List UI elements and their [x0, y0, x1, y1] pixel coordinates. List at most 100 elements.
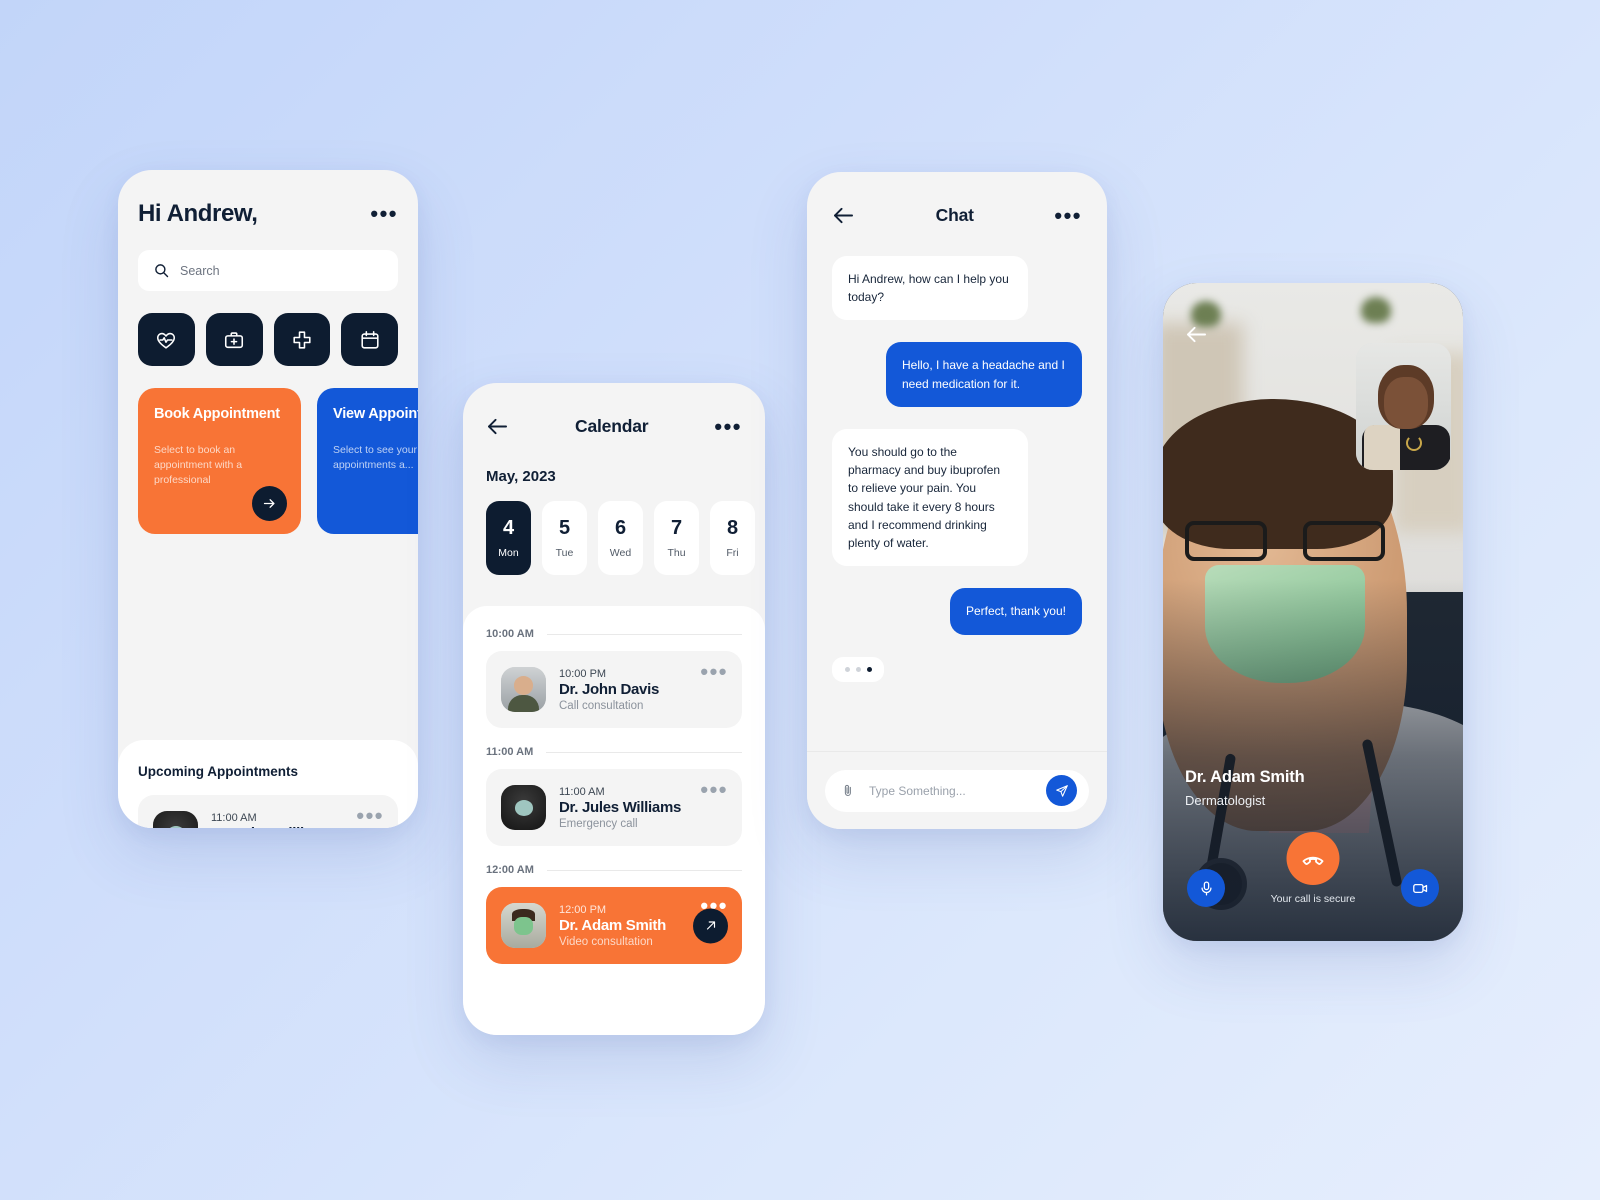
time-slot-label: 10:00 AM [486, 628, 534, 640]
divider [546, 633, 742, 635]
chat-message-list: Hi Andrew, how can I help you today? Hel… [807, 256, 1107, 682]
appointment-type: Emergency call [559, 817, 638, 830]
appointment-type: Video consultation [559, 935, 653, 948]
calendar-menu-button[interactable]: ••• [714, 415, 742, 437]
secure-call-label: Your call is secure [1270, 893, 1356, 905]
day-number: 7 [670, 517, 683, 539]
chat-screen-phone: Chat ••• Hi Andrew, how can I help you t… [807, 172, 1107, 829]
page-title: Chat [935, 205, 974, 225]
medical-bag-icon [225, 331, 244, 348]
end-call-button[interactable] [1286, 832, 1340, 885]
book-appointment-go-button[interactable] [252, 486, 287, 521]
video-call-screen-phone: Dr. Adam Smith Dermatologist Your call i… [1163, 283, 1463, 941]
book-appointment-title: Book Appointment [154, 406, 280, 422]
calendar-day-5[interactable]: 5 Tue [542, 501, 587, 575]
day-weekday: Mon [498, 547, 519, 559]
divider [546, 751, 742, 753]
time-slot-header: 12:00 AM [486, 864, 742, 876]
chat-bubble-incoming: You should go to the pharmacy and buy ib… [832, 428, 1028, 567]
chat-input-bar: Type Something... [807, 751, 1107, 829]
search-placeholder: Search [180, 263, 220, 278]
chat-menu-button[interactable]: ••• [1054, 204, 1082, 226]
calendar-day-4[interactable]: 4 Mon [486, 501, 531, 575]
appointment-menu-button[interactable]: ••• [700, 661, 728, 683]
view-appointments-card[interactable]: View Appointments Select to see your app… [317, 388, 418, 534]
search-icon [155, 264, 169, 278]
self-view-thumbnail[interactable] [1356, 343, 1451, 470]
caller-name: Dr. Adam Smith [1185, 768, 1305, 786]
home-menu-button[interactable]: ••• [370, 203, 398, 225]
search-input[interactable]: Search [138, 250, 398, 291]
list-item[interactable]: 11:00 AM Dr. Jules Williams Emergency ca… [138, 795, 398, 828]
home-header: Hi Andrew, ••• [138, 200, 398, 228]
day-number: 6 [614, 517, 627, 539]
chat-navbar: Chat ••• [832, 204, 1082, 226]
arrow-right-icon [263, 499, 275, 508]
day-number: 5 [558, 517, 571, 539]
time-slot-label: 11:00 AM [486, 746, 534, 758]
day-weekday: Thu [667, 547, 686, 559]
time-slot-header: 11:00 AM [486, 746, 742, 758]
quick-action-calendar[interactable] [341, 313, 398, 366]
home-screen-phone: Hi Andrew, ••• Search Book Appointment S… [118, 170, 418, 828]
day-weekday: Wed [609, 547, 632, 559]
day-weekday: Tue [555, 547, 574, 559]
cross-plus-icon [293, 330, 311, 349]
table-row[interactable]: 12:00 PM Dr. Adam Smith Video consultati… [486, 887, 742, 964]
arrow-left-icon[interactable] [486, 417, 509, 436]
chat-bubble-outgoing: Hello, I have a headache and I need medi… [886, 342, 1082, 407]
send-icon [1055, 784, 1068, 797]
arrow-up-right-icon [706, 921, 715, 930]
table-row[interactable]: 11:00 AM Dr. Jules Williams Emergency ca… [486, 769, 742, 846]
calendar-day-strip: 4 Mon 5 Tue 6 Wed 7 Thu 8 Fri [486, 501, 755, 575]
time-slot-label: 12:00 AM [486, 864, 534, 876]
calendar-day-6[interactable]: 6 Wed [598, 501, 643, 575]
calendar-navbar: Calendar ••• [486, 415, 742, 437]
home-content: Hi Andrew, ••• Search Book Appointment S… [118, 170, 418, 534]
time-slot-header: 10:00 AM [486, 628, 742, 640]
page-title: Hi Andrew, [138, 200, 258, 227]
calendar-day-7[interactable]: 7 Thu [654, 501, 699, 575]
avatar [153, 811, 198, 828]
typing-dot [866, 666, 872, 672]
arrow-left-icon[interactable] [1185, 325, 1208, 344]
end-call-icon [1302, 856, 1324, 865]
arrow-left-icon[interactable] [832, 206, 855, 225]
appointment-menu-button[interactable]: ••• [356, 805, 384, 827]
calendar-month-label: May, 2023 [486, 468, 556, 485]
calendar-schedule-sheet: 10:00 AM 10:00 PM Dr. John Davis Call co… [463, 606, 765, 1035]
promo-cards-row: Book Appointment Select to book an appoi… [138, 388, 418, 534]
appointment-time: 11:00 AM [211, 811, 257, 824]
table-row[interactable]: 10:00 PM Dr. John Davis Call consultatio… [486, 651, 742, 728]
typing-indicator [832, 656, 884, 682]
quick-actions-row [138, 313, 398, 366]
quick-action-medical-bag[interactable] [205, 313, 263, 366]
join-appointment-button[interactable] [693, 908, 728, 943]
calendar-day-8[interactable]: 8 Fri [710, 501, 755, 575]
divider [546, 869, 742, 871]
appointment-doctor: Dr. Jules Williams [211, 825, 333, 829]
calendar-icon [361, 330, 379, 349]
quick-action-heartbeat[interactable] [138, 313, 195, 366]
appointment-time: 12:00 PM [559, 903, 607, 916]
upcoming-appointments-sheet: Upcoming Appointments 11:00 AM Dr. Jules… [118, 740, 418, 828]
calendar-header-area: Calendar ••• May, 2023 4 Mon 5 Tue 6 Wed… [463, 383, 765, 575]
calendar-screen-phone: Calendar ••• May, 2023 4 Mon 5 Tue 6 Wed… [463, 383, 765, 1035]
book-appointment-card[interactable]: Book Appointment Select to book an appoi… [138, 388, 301, 534]
day-number: 8 [726, 517, 739, 539]
appointment-doctor: Dr. John Davis [559, 680, 660, 698]
page-title: Calendar [575, 416, 649, 436]
appointment-menu-button[interactable]: ••• [700, 779, 728, 801]
avatar [501, 903, 546, 948]
send-button[interactable] [1046, 775, 1077, 806]
quick-action-emergency-cross[interactable] [273, 313, 331, 366]
appointment-type: Call consultation [559, 699, 644, 712]
heartbeat-icon [157, 332, 176, 349]
caller-role: Dermatologist [1185, 793, 1266, 808]
call-controls: Your call is secure [1163, 827, 1463, 917]
chat-header-area: Chat ••• [807, 172, 1107, 226]
day-number: 4 [502, 517, 515, 539]
book-appointment-subtitle: Select to book an appointment with a pro… [154, 444, 243, 486]
paperclip-icon[interactable] [841, 783, 856, 798]
message-input[interactable]: Type Something... [825, 769, 1089, 812]
